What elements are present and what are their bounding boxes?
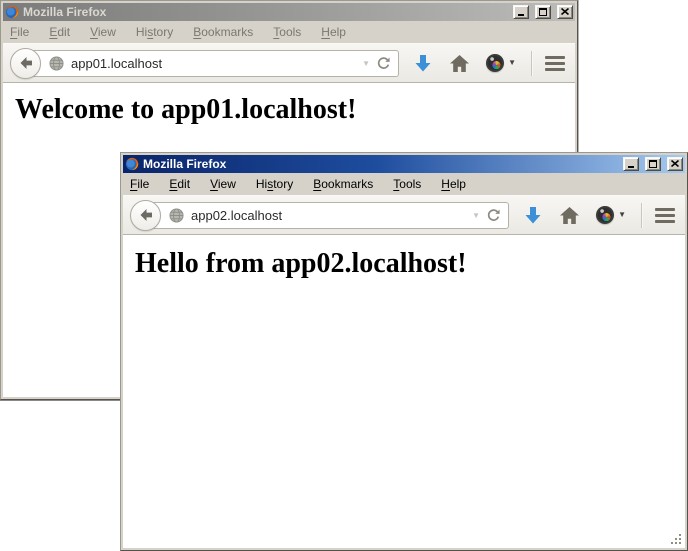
back-button[interactable]: [130, 200, 161, 231]
reload-icon[interactable]: [486, 208, 501, 223]
menu-item-history[interactable]: History: [255, 175, 294, 194]
addon-button[interactable]: ▼: [596, 206, 626, 224]
menu-item-help[interactable]: Help: [440, 175, 467, 194]
close-icon: [561, 8, 569, 15]
menu-item-history[interactable]: History: [135, 23, 174, 42]
downloads-button[interactable]: [523, 205, 543, 225]
maximize-button[interactable]: [535, 5, 551, 19]
resize-grip-icon[interactable]: [669, 532, 682, 545]
color-wheel-addon-icon: [486, 54, 504, 72]
menu-item-help[interactable]: Help: [320, 23, 347, 42]
downloads-button[interactable]: [413, 53, 433, 73]
addon-button[interactable]: ▼: [486, 54, 516, 72]
menu-item-tools[interactable]: Tools: [392, 175, 422, 194]
page-content-app02: Hello from app02.localhost!: [123, 235, 685, 548]
menu-item-bookmarks[interactable]: Bookmarks: [312, 175, 374, 194]
maximize-button[interactable]: [645, 157, 661, 171]
firefox-logo-icon: [5, 5, 19, 19]
menu-item-tools[interactable]: Tools: [272, 23, 302, 42]
toolbar-separator: [641, 203, 642, 228]
firefox-window-app02: Mozilla Firefox File Edit View History B…: [120, 152, 688, 551]
url-input[interactable]: [71, 53, 358, 73]
nav-toolbar-app01: ▼ ▼: [3, 43, 575, 83]
home-button[interactable]: [560, 207, 579, 224]
url-bar[interactable]: ▼: [145, 202, 509, 229]
download-arrow-icon: [523, 205, 543, 225]
minimize-icon: [628, 166, 634, 168]
menu-item-view[interactable]: View: [209, 175, 237, 194]
desktop: { "colors": { "active_titlebar_start": "…: [0, 0, 688, 551]
toolbar-icons: ▼: [523, 203, 675, 228]
minimize-icon: [518, 14, 524, 16]
page-heading-app01: Welcome to app01.localhost!: [15, 94, 575, 126]
menubar-app01: File Edit View History Bookmarks Tools H…: [3, 21, 575, 43]
minimize-button[interactable]: [623, 157, 639, 171]
menu-item-file[interactable]: File: [9, 23, 30, 42]
minimize-button[interactable]: [513, 5, 529, 19]
menu-item-view[interactable]: View: [89, 23, 117, 42]
toolbar-separator: [531, 51, 532, 76]
globe-icon: [49, 56, 64, 71]
nav-toolbar-app02: ▼ ▼: [123, 195, 685, 235]
close-icon: [671, 160, 679, 167]
url-input[interactable]: [191, 205, 468, 225]
titlebar-app02[interactable]: Mozilla Firefox: [123, 155, 685, 173]
toolbar-icons: ▼: [413, 51, 565, 76]
download-arrow-icon: [413, 53, 433, 73]
back-arrow-icon: [138, 207, 154, 223]
back-button[interactable]: [10, 48, 41, 79]
menu-item-file[interactable]: File: [129, 175, 150, 194]
menubar-app02: File Edit View History Bookmarks Tools H…: [123, 173, 685, 195]
maximize-icon: [649, 160, 657, 168]
app-menu-button[interactable]: [655, 208, 675, 223]
url-dropdown-icon[interactable]: ▼: [472, 212, 480, 220]
maximize-icon: [539, 8, 547, 16]
close-button[interactable]: [557, 5, 573, 19]
page-heading-app02: Hello from app02.localhost!: [135, 248, 685, 280]
home-button[interactable]: [450, 55, 469, 72]
firefox-logo-icon: [125, 157, 139, 171]
menu-item-edit[interactable]: Edit: [168, 175, 191, 194]
app-menu-button[interactable]: [545, 56, 565, 71]
url-bar[interactable]: ▼: [25, 50, 399, 77]
addon-dropdown-caret-icon: ▼: [508, 59, 516, 67]
close-button[interactable]: [667, 157, 683, 171]
menu-item-edit[interactable]: Edit: [48, 23, 71, 42]
home-icon: [450, 55, 469, 72]
url-dropdown-icon[interactable]: ▼: [362, 60, 370, 68]
menu-item-bookmarks[interactable]: Bookmarks: [192, 23, 254, 42]
addon-dropdown-caret-icon: ▼: [618, 211, 626, 219]
globe-icon: [169, 208, 184, 223]
window-title: Mozilla Firefox: [23, 5, 507, 19]
home-icon: [560, 207, 579, 224]
titlebar-app01[interactable]: Mozilla Firefox: [3, 3, 575, 21]
back-arrow-icon: [18, 55, 34, 71]
window-title: Mozilla Firefox: [143, 157, 617, 171]
color-wheel-addon-icon: [596, 206, 614, 224]
reload-icon[interactable]: [376, 56, 391, 71]
